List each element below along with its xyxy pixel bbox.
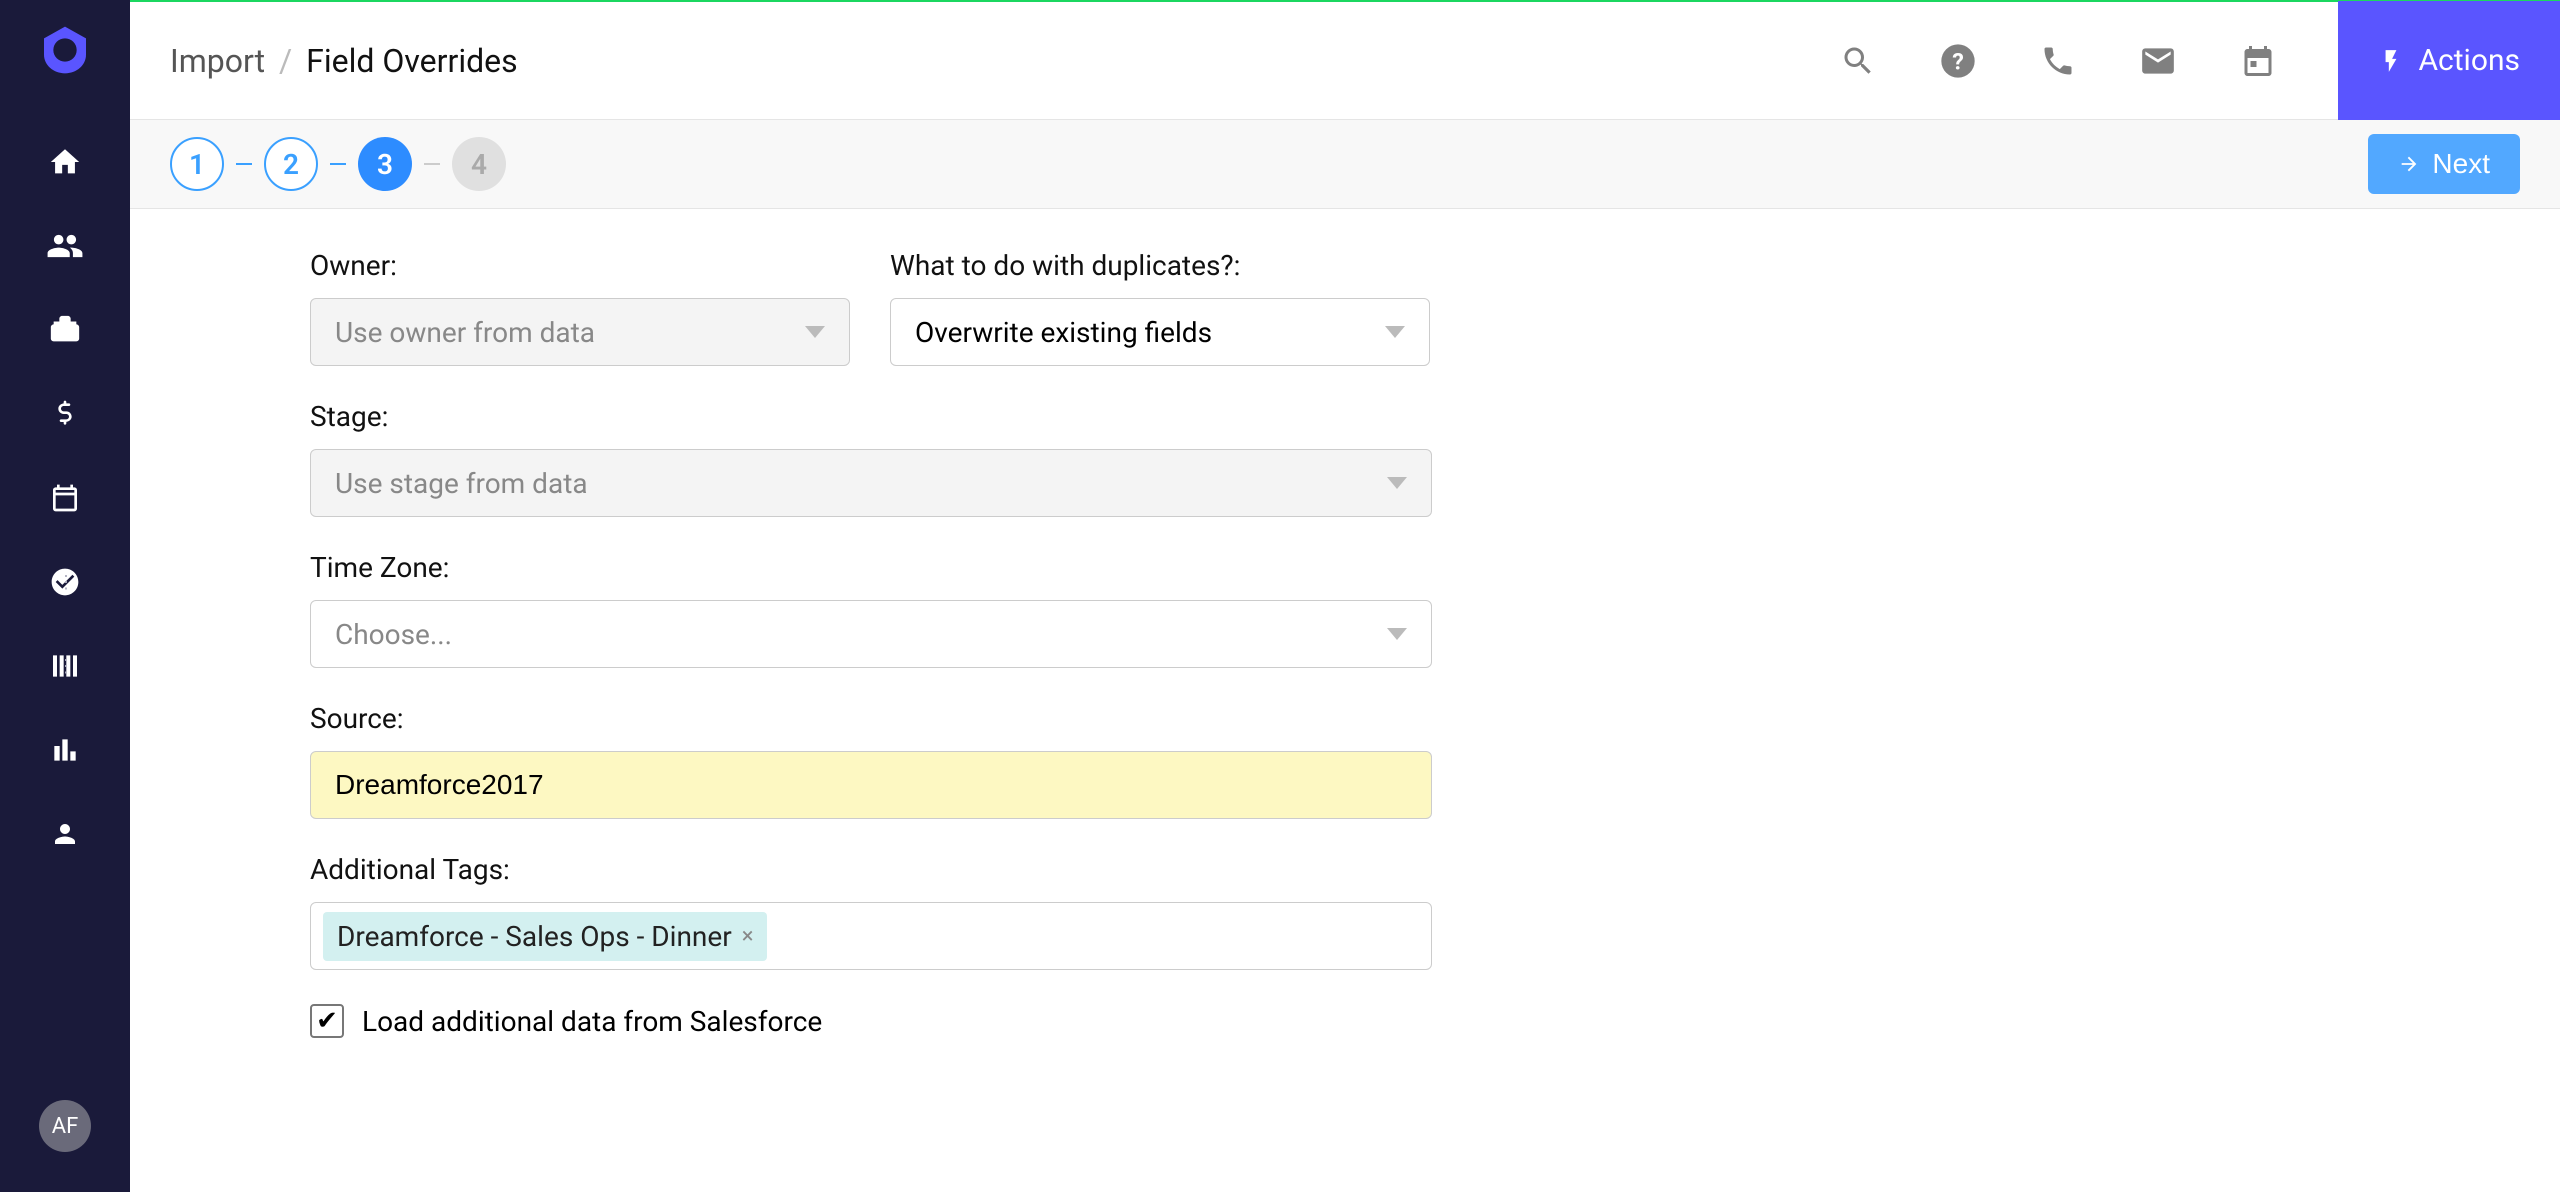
owner-select[interactable]: Use owner from data	[310, 298, 850, 366]
tags-input[interactable]: Dreamforce - Sales Ops - Dinner ×	[310, 902, 1432, 970]
source-label: Source:	[310, 702, 1432, 735]
step-separator	[236, 163, 252, 165]
timezone-label: Time Zone:	[310, 551, 1432, 584]
briefcase-icon	[48, 313, 82, 347]
calendar-button[interactable]	[2238, 41, 2278, 81]
user-avatar[interactable]: AF	[39, 1100, 91, 1152]
duplicates-select-value: Overwrite existing fields	[915, 316, 1212, 349]
source-input[interactable]	[310, 751, 1432, 819]
chevron-down-icon	[805, 326, 825, 338]
nav-briefcase[interactable]	[43, 308, 87, 352]
topbar-icons: ? Actions	[1838, 1, 2520, 121]
calendar-icon	[49, 482, 81, 514]
stage-label: Stage:	[310, 400, 1432, 433]
breadcrumb-parent[interactable]: Import	[170, 42, 265, 80]
nav-reports[interactable]	[43, 728, 87, 772]
lightning-icon	[2378, 48, 2404, 74]
breadcrumb: Import / Field Overrides	[170, 42, 518, 80]
salesforce-checkbox-label: Load additional data from Salesforce	[362, 1005, 822, 1038]
nav-profile[interactable]	[43, 812, 87, 856]
owner-select-value: Use owner from data	[335, 316, 595, 349]
phone-button[interactable]	[2038, 41, 2078, 81]
topbar: Import / Field Overrides ? Actions	[130, 0, 2560, 120]
stage-select-value: Use stage from data	[335, 467, 588, 500]
more-dots-icon[interactable]: ⋮	[57, 572, 75, 593]
step-2[interactable]: 2	[264, 137, 318, 191]
form-area: Owner: Use owner from data What to do wi…	[130, 209, 2560, 1192]
chevron-down-icon	[1385, 326, 1405, 338]
breadcrumb-current: Field Overrides	[306, 42, 517, 80]
svg-text:?: ?	[1953, 47, 1965, 75]
nav-home[interactable]	[43, 140, 87, 184]
owner-label: Owner:	[310, 249, 850, 282]
chevron-down-icon	[1387, 477, 1407, 489]
duplicates-label: What to do with duplicates?:	[890, 249, 1430, 282]
person-icon	[50, 819, 80, 849]
duplicates-select[interactable]: Overwrite existing fields	[890, 298, 1430, 366]
help-button[interactable]: ?	[1938, 41, 1978, 81]
next-button-label: Next	[2432, 148, 2490, 180]
search-button[interactable]	[1838, 41, 1878, 81]
phone-icon	[2040, 43, 2076, 79]
check-icon: ✔	[316, 1006, 338, 1036]
home-icon	[48, 145, 82, 179]
step-indicator: 1 2 3 4	[170, 137, 506, 191]
help-icon: ?	[1938, 41, 1978, 81]
bar-chart-icon	[49, 734, 81, 766]
chevron-down-icon	[1387, 628, 1407, 640]
timezone-select[interactable]: Choose...	[310, 600, 1432, 668]
next-button[interactable]: Next	[2368, 134, 2520, 194]
dollar-icon	[49, 398, 81, 430]
tag-chip: Dreamforce - Sales Ops - Dinner ×	[323, 912, 767, 961]
calendar-grid-icon	[2240, 43, 2276, 79]
steps-bar: 1 2 3 4 Next	[130, 120, 2560, 209]
breadcrumb-separator: /	[279, 42, 292, 80]
actions-button[interactable]: Actions	[2338, 1, 2560, 121]
step-4-disabled: 4	[452, 137, 506, 191]
timezone-select-value: Choose...	[335, 618, 452, 651]
more-dots-icon[interactable]: ⋮	[57, 656, 75, 677]
step-separator	[424, 163, 440, 165]
app-logo[interactable]	[35, 20, 95, 80]
mail-icon	[2139, 42, 2177, 80]
search-icon	[1840, 43, 1876, 79]
nav-library[interactable]: ⋮	[43, 644, 87, 688]
arrow-right-icon	[2398, 153, 2420, 175]
tag-label: Dreamforce - Sales Ops - Dinner	[337, 920, 732, 953]
nav-tasks[interactable]: ⋮	[43, 560, 87, 604]
salesforce-checkbox[interactable]: ✔	[310, 1004, 344, 1038]
nav-dollar[interactable]	[43, 392, 87, 436]
mail-button[interactable]	[2138, 41, 2178, 81]
nav-calendar[interactable]	[43, 476, 87, 520]
tags-label: Additional Tags:	[310, 853, 1432, 886]
actions-button-label: Actions	[2418, 43, 2520, 78]
salesforce-checkbox-row: ✔ Load additional data from Salesforce	[310, 1004, 2380, 1038]
main-content: Import / Field Overrides ? Actions	[130, 0, 2560, 1192]
stage-select[interactable]: Use stage from data	[310, 449, 1432, 517]
sidebar: ⋮ ⋮ AF	[0, 0, 130, 1192]
people-icon	[46, 227, 84, 265]
step-3-active: 3	[358, 137, 412, 191]
nav-people[interactable]	[43, 224, 87, 268]
step-separator	[330, 163, 346, 165]
tag-remove-icon[interactable]: ×	[742, 924, 754, 949]
step-1[interactable]: 1	[170, 137, 224, 191]
